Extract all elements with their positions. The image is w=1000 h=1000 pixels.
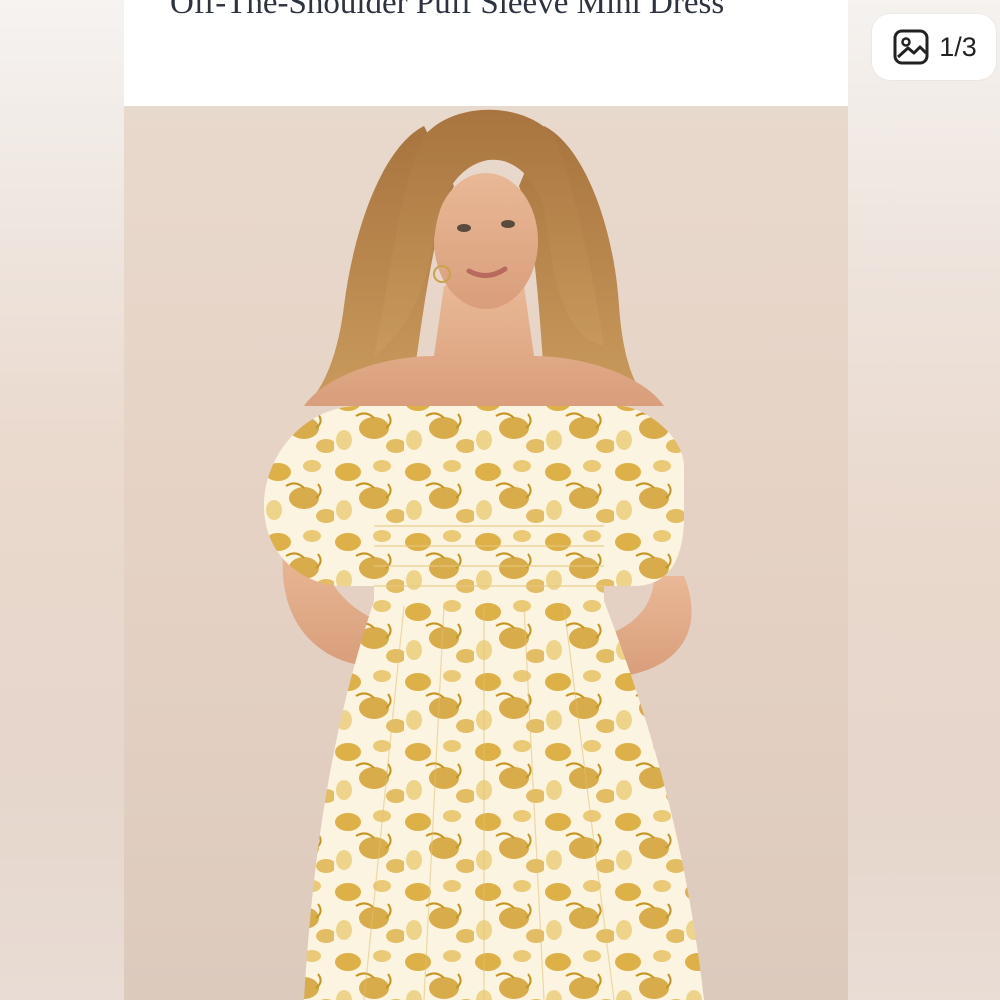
product-title: Off-The-Shoulder Puff Sleeve Mini Dress [170, 0, 725, 21]
image-counter-badge[interactable]: 1/3 [872, 14, 996, 80]
blurred-backdrop-right [848, 0, 1000, 1000]
product-photo-illustration [264, 109, 704, 1000]
blurred-backdrop-left [0, 0, 124, 1000]
product-card[interactable]: Off-The-Shoulder Puff Sleeve Mini Dress [124, 0, 848, 1000]
product-photo[interactable] [124, 106, 848, 1000]
image-counter-text: 1/3 [939, 31, 977, 62]
image-gallery-icon [893, 29, 929, 65]
